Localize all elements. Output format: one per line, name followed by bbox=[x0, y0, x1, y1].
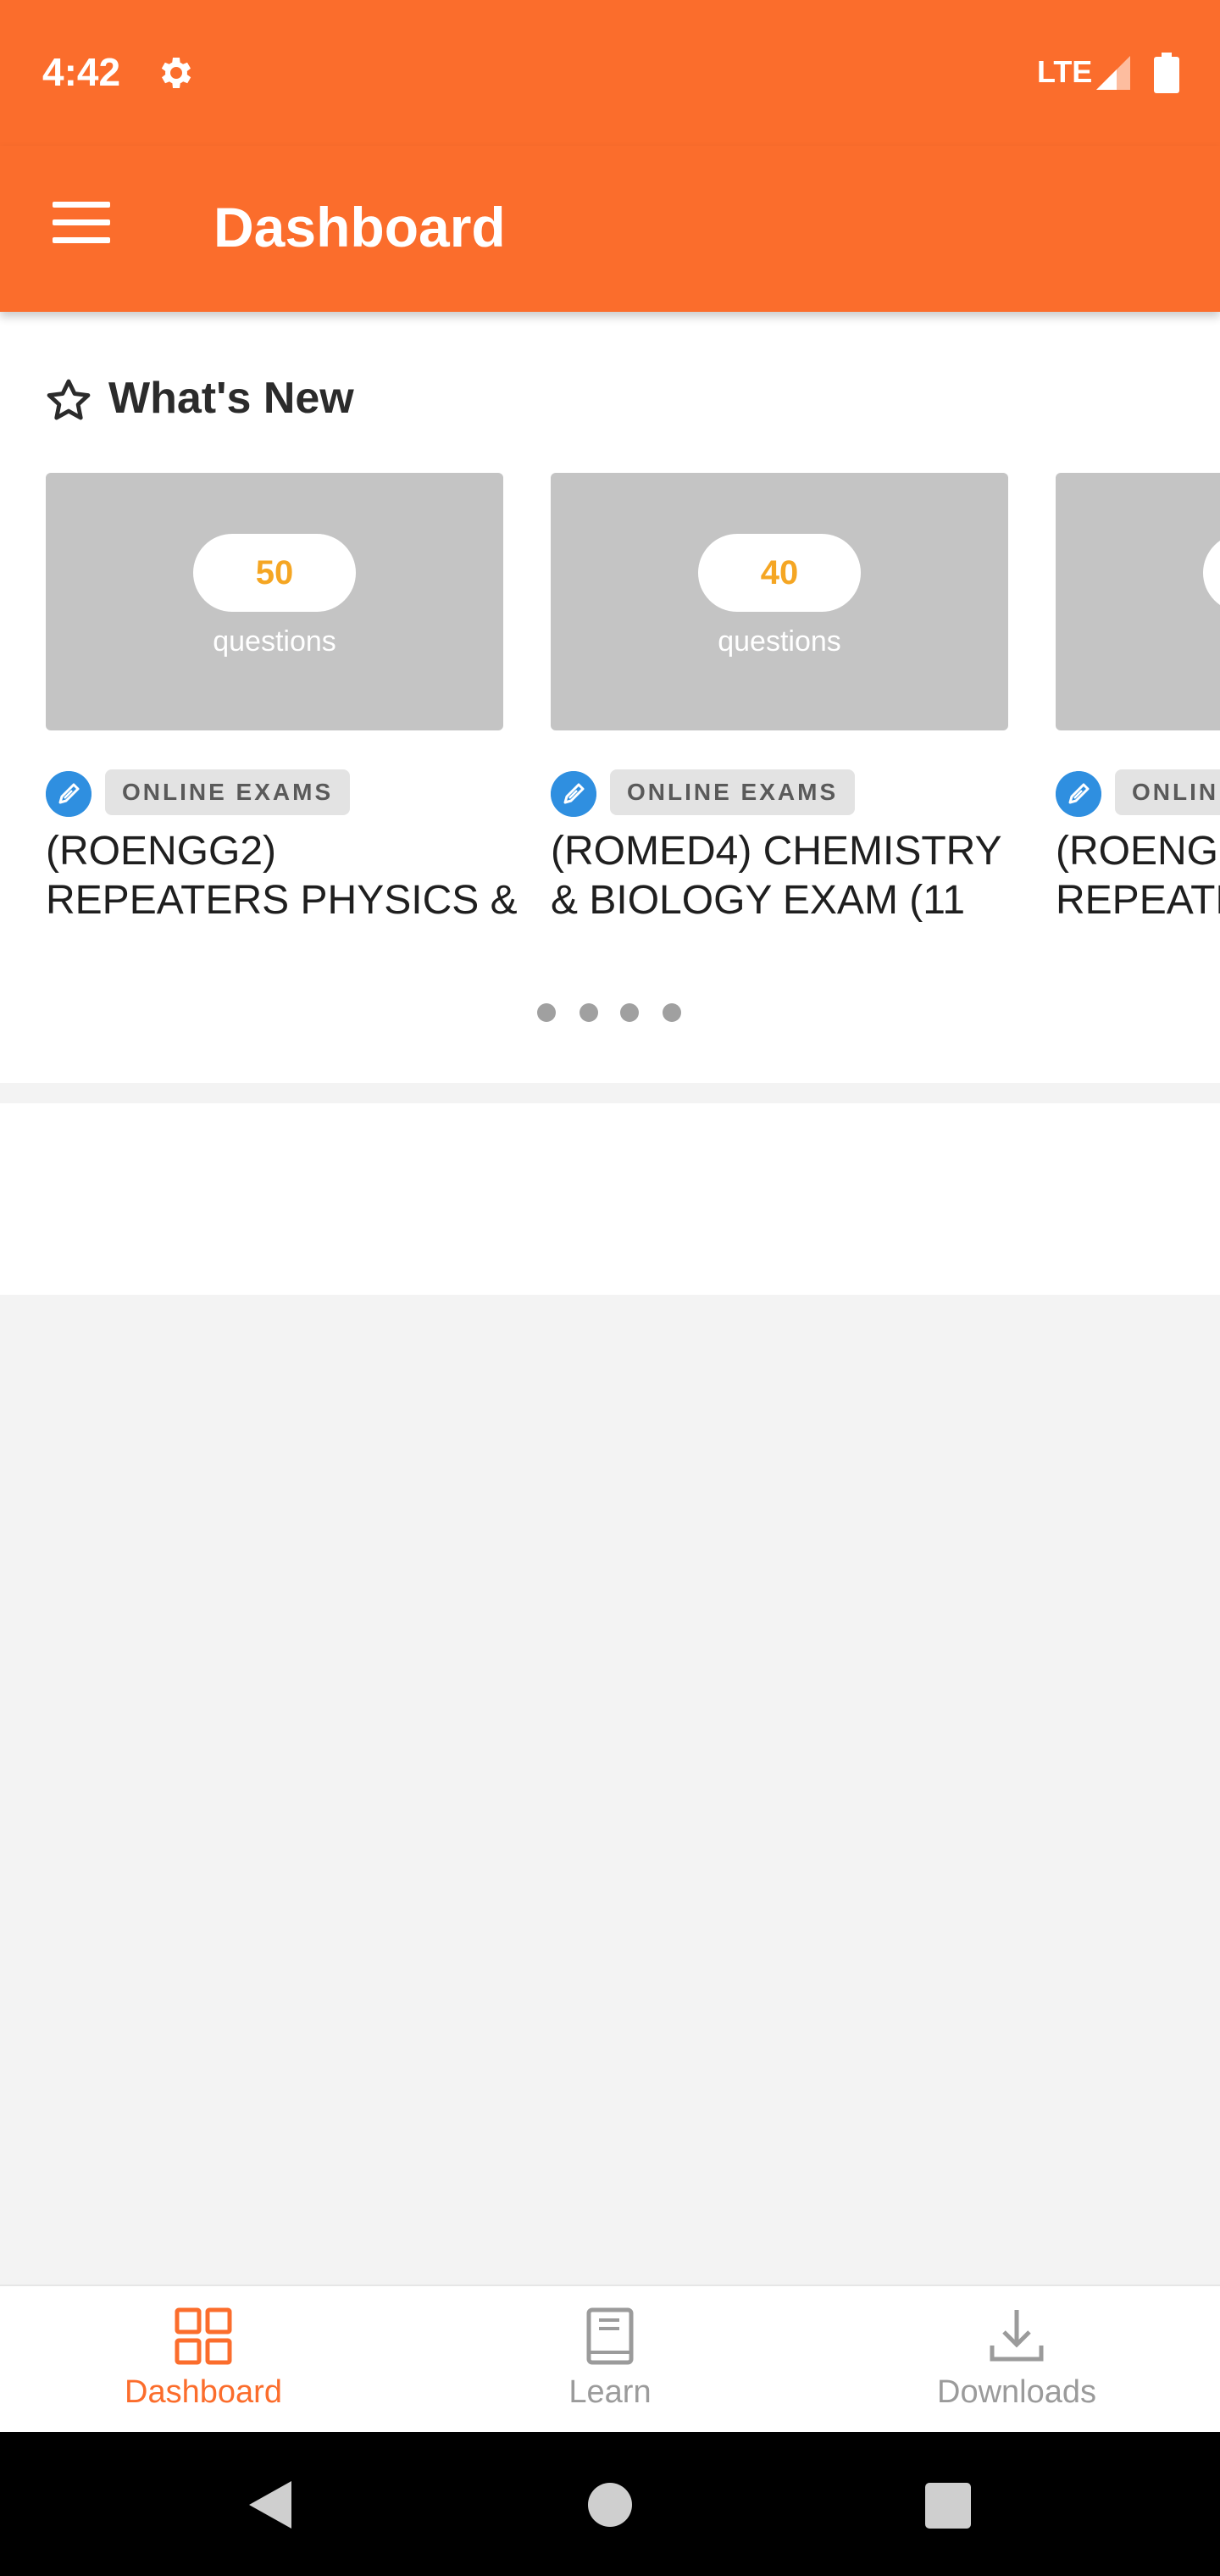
nav-dashboard[interactable]: Dashboard bbox=[0, 2286, 407, 2434]
card-title: (ROENGG2) REPEATERS CHEMISTRY bbox=[1056, 829, 1220, 923]
pagination-dot[interactable] bbox=[620, 1003, 639, 1022]
book-icon bbox=[586, 2307, 634, 2365]
status-time: 4:42 bbox=[42, 50, 121, 94]
recents-icon[interactable] bbox=[925, 2483, 971, 2529]
nav-label: Learn bbox=[568, 2374, 652, 2410]
nav-label: Downloads bbox=[937, 2374, 1096, 2410]
exam-pen-icon bbox=[1056, 771, 1101, 817]
question-count-label: questions bbox=[718, 625, 841, 658]
question-count: 40 bbox=[698, 534, 861, 612]
card-title: (ROENGG2) REPEATERS PHYSICS & MATHS bbox=[46, 829, 518, 923]
nav-learn[interactable]: Learn bbox=[407, 2286, 813, 2434]
question-count-label: questions bbox=[213, 625, 336, 658]
whats-new-section: What's New 50 questions ONLINE EXAMS (RO… bbox=[0, 312, 1220, 1083]
pagination-dot[interactable] bbox=[580, 1003, 598, 1022]
exam-pen-icon bbox=[46, 771, 92, 817]
network-type: LTE bbox=[1037, 54, 1093, 89]
star-outline-icon bbox=[47, 379, 91, 420]
system-navigation-bar bbox=[0, 2432, 1220, 2576]
exam-type-badge: ONLINE EXAMS bbox=[105, 769, 351, 815]
bottom-navigation: Dashboard Learn Downloads bbox=[0, 2285, 1220, 2432]
app-bar: Dashboard bbox=[0, 146, 1220, 312]
exam-pen-icon bbox=[551, 771, 596, 817]
exam-type-badge: ONLINE EXAMS bbox=[1115, 769, 1220, 815]
dashboard-grid-icon bbox=[175, 2307, 232, 2365]
card-thumbnail bbox=[1056, 473, 1220, 730]
download-icon bbox=[990, 2310, 1044, 2362]
menu-icon[interactable] bbox=[53, 202, 110, 244]
gear-icon bbox=[161, 58, 191, 88]
pagination-dot[interactable] bbox=[663, 1003, 681, 1022]
page-title: Dashboard bbox=[214, 196, 506, 258]
card-thumbnail: 50 questions bbox=[46, 473, 503, 730]
question-count bbox=[1203, 534, 1220, 612]
card-thumbnail: 40 questions bbox=[551, 473, 1008, 730]
exam-type-badge: ONLINE EXAMS bbox=[610, 769, 856, 815]
pagination-dot[interactable] bbox=[537, 1003, 556, 1022]
status-bar: 4:42 LTE bbox=[0, 0, 1220, 146]
nav-downloads[interactable]: Downloads bbox=[813, 2286, 1220, 2434]
battery-icon bbox=[1154, 53, 1179, 93]
section-title: What's New bbox=[108, 374, 354, 423]
question-count: 50 bbox=[193, 534, 356, 612]
home-icon[interactable] bbox=[588, 2483, 632, 2527]
card-title: (ROMED4) CHEMISTRY & BIOLOGY EXAM (11 bbox=[551, 829, 1001, 923]
signal-icon bbox=[1096, 56, 1130, 90]
back-icon[interactable] bbox=[246, 2479, 293, 2530]
empty-section bbox=[0, 1103, 1220, 1295]
nav-label: Dashboard bbox=[125, 2374, 282, 2410]
